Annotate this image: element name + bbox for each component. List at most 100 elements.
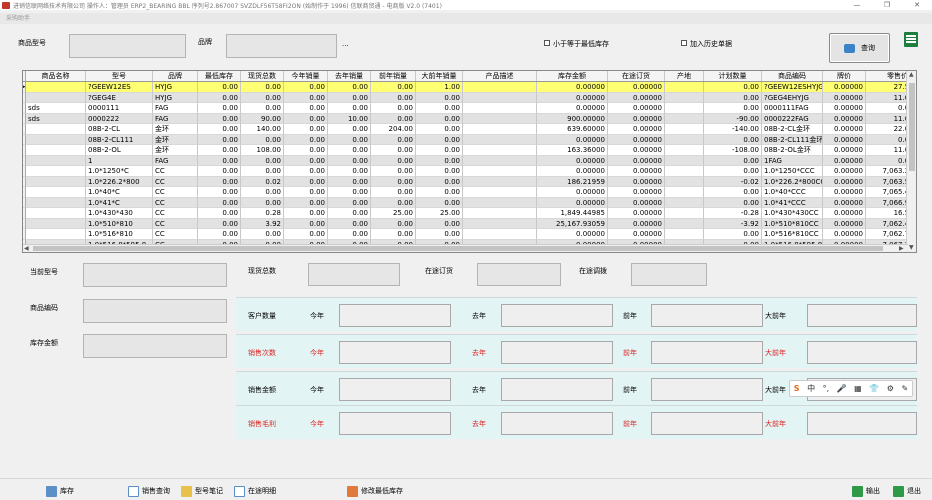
brand-browse-button[interactable]: ... [342,40,349,48]
table-cell[interactable]: 0.00000 [823,176,866,187]
table-cell[interactable]: 0.00 [198,229,241,240]
table-row[interactable]: 1.0*226.2*800 CC 0.00 0.02 0.00 0.00 0.00 0.00 1… [23,176,916,187]
table-cell[interactable]: 0.00000 [608,124,665,135]
table-cell[interactable]: 0.00 [328,82,371,93]
table-cell[interactable]: 金环 [153,145,198,156]
table-cell[interactable] [26,145,86,156]
table-cell[interactable] [26,82,86,93]
table-cell[interactable]: 0.00 [241,197,284,208]
table-cell[interactable]: 0.00 [371,155,416,166]
table-cell[interactable] [463,92,537,103]
table-row[interactable]: ?GEG4E HYJG 0.00 0.00 0.00 0.00 0.00 0.00 0.0000… [23,92,916,103]
table-cell[interactable]: sds [26,113,86,124]
grid-horizontal-scrollbar[interactable]: ◀ ▶ [23,244,908,252]
table-cell[interactable]: 0.00000 [823,166,866,177]
table-cell[interactable]: 0.00 [704,187,762,198]
table-cell[interactable]: 0.00000 [608,176,665,187]
table-row[interactable]: sds 0000222 FAG 0.00 90.00 0.00 10.00 0.00 0.00 9… [23,113,916,124]
table-cell[interactable]: ?GEEW12ES [86,82,153,93]
ime-tool-icon[interactable]: 中 [807,383,815,394]
table-cell[interactable]: 0.00 [241,92,284,103]
table-cell[interactable]: 0000111FAG [762,103,823,114]
table-row[interactable]: 1.0*430*430 CC 0.00 0.28 0.00 0.00 25.00 25.00 1… [23,208,916,219]
table-cell[interactable]: 1.0*40*CCC [762,187,823,198]
table-cell[interactable]: CC [153,229,198,240]
ime-tool-icon[interactable]: 👕 [869,384,879,393]
table-cell[interactable]: 0.00 [371,166,416,177]
table-cell[interactable]: 0.00 [704,166,762,177]
table-cell[interactable]: 0.00000 [608,197,665,208]
table-cell[interactable]: 0.00 [284,218,328,229]
table-cell[interactable]: 0.00000 [823,197,866,208]
table-cell[interactable] [665,113,704,124]
table-cell[interactable]: 0.00 [198,197,241,208]
table-cell[interactable]: 0.00 [704,229,762,240]
table-cell[interactable]: HYJG [153,92,198,103]
table-cell[interactable] [26,218,86,229]
table-cell[interactable]: 0.00 [328,134,371,145]
table-row[interactable]: sds 0000111 FAG 0.00 0.00 0.00 0.00 0.00 0.00 0.0… [23,103,916,114]
table-cell[interactable]: 0.00 [284,197,328,208]
table-cell[interactable]: 0.00 [284,229,328,240]
table-cell[interactable]: 0.00 [241,155,284,166]
table-row[interactable]: 1.0*41*C CC 0.00 0.00 0.00 0.00 0.00 0.00 0.0000… [23,197,916,208]
table-cell[interactable]: 0.02 [241,176,284,187]
table-cell[interactable]: 186.21959 [537,176,608,187]
table-cell[interactable]: 204.00 [371,124,416,135]
table-row[interactable]: 1.0*510*810 CC 0.00 3.92 0.00 0.00 0.00 0.00 25,… [23,218,916,229]
table-cell[interactable] [665,103,704,114]
table-cell[interactable]: 0.00 [371,229,416,240]
table-cell[interactable]: 90.00 [241,113,284,124]
table-cell[interactable]: CC [153,187,198,198]
column-header[interactable]: 大前年销量 [416,71,463,81]
table-cell[interactable]: 0.00 [328,166,371,177]
table-cell[interactable]: 0000111 [86,103,153,114]
column-header[interactable]: 去年销量 [328,71,371,81]
table-cell[interactable]: 0.00 [284,113,328,124]
restore-button[interactable]: ❐ [872,0,902,10]
table-cell[interactable]: 0.00000 [823,145,866,156]
table-cell[interactable]: 0.00000 [608,208,665,219]
table-cell[interactable]: 0.00000 [537,187,608,198]
table-cell[interactable]: 0.00 [416,218,463,229]
table-cell[interactable]: 25,167.93059 [537,218,608,229]
table-cell[interactable] [665,187,704,198]
table-cell[interactable]: CC [153,197,198,208]
table-cell[interactable] [463,208,537,219]
table-cell[interactable]: 0.00000 [537,103,608,114]
column-header[interactable]: 产品描述 [463,71,537,81]
product-grid[interactable]: 商品名称 型号 品牌 最低库存 现货总数 今年销量 去年销量 前年销量 大前年销量 产品描述 库存金… [22,70,917,253]
table-cell[interactable] [26,134,86,145]
column-header[interactable]: 计划数量 [704,71,762,81]
table-cell[interactable]: 0.00 [371,176,416,187]
table-cell[interactable] [665,208,704,219]
table-cell[interactable] [463,229,537,240]
vertical-scroll-thumb[interactable] [909,83,915,171]
table-cell[interactable]: 1.0*40*C [86,187,153,198]
table-cell[interactable]: 0.00000 [608,155,665,166]
table-cell[interactable]: 0.00 [328,176,371,187]
table-cell[interactable]: 0.00 [198,155,241,166]
table-cell[interactable]: -3.92 [704,218,762,229]
table-cell[interactable]: 1.0*1250*C [86,166,153,177]
table-cell[interactable] [665,134,704,145]
table-cell[interactable]: 0.00000 [608,82,665,93]
table-cell[interactable]: ?GEEW12ESHYJG [762,82,823,93]
table-cell[interactable]: 0.00 [416,145,463,156]
table-cell[interactable] [463,176,537,187]
table-cell[interactable] [26,208,86,219]
table-cell[interactable]: 0.00000 [608,229,665,240]
table-row[interactable]: 1 FAG 0.00 0.00 0.00 0.00 0.00 0.00 0.00000 0.000… [23,155,916,166]
table-cell[interactable]: 0.00 [198,134,241,145]
table-cell[interactable]: 0.00 [416,166,463,177]
table-cell[interactable]: 0.00 [328,197,371,208]
table-cell[interactable]: 0.00 [198,92,241,103]
table-cell[interactable]: 1.00 [416,82,463,93]
table-cell[interactable]: 0.00 [241,134,284,145]
table-cell[interactable] [463,166,537,177]
in-transit-detail-button[interactable]: 在途明细 [234,484,276,498]
table-cell[interactable] [26,155,86,166]
table-cell[interactable] [665,176,704,187]
table-row[interactable]: 08B-2-CL 金环 0.00 140.00 0.00 0.00 204.00 0.00 63… [23,124,916,135]
table-cell[interactable]: 1.0*516*810 [86,229,153,240]
